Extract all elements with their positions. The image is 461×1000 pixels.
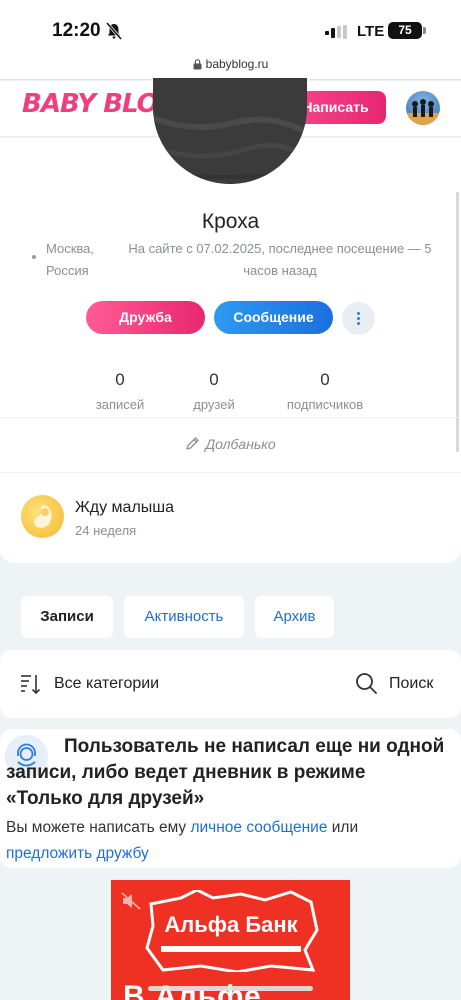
profile-since: На сайте с 07.02.2025, последнее посещен… [128,241,432,278]
baby-embryo-icon [34,505,52,528]
profile-status: Долбанько [0,436,461,452]
notice-text-before: Вы можете написать ему [6,819,191,836]
browser-url-bar[interactable]: babyblog.ru [0,54,461,80]
stat-friends-value: 0 [209,370,219,389]
private-message-link[interactable]: личное сообщение [190,819,327,836]
profile-status-text: Долбанько [205,436,276,452]
search-button[interactable]: Поиск [389,675,433,693]
notice-text: Вы можете написать ему личное сообщение … [6,815,446,867]
divider [0,417,461,418]
stat-posts[interactable]: 0 записей [70,370,170,412]
stat-subscribers[interactable]: 0 подписчиков [275,370,375,412]
empty-notice: Пользователь не написал еще ни одной зап… [0,729,461,868]
divider [0,472,461,473]
more-dot-icon [357,312,360,315]
categories-filter[interactable]: Все категории [54,675,159,693]
search-icon[interactable] [355,672,378,695]
profile-location: Москва, Россия [46,241,94,278]
battery-icon: 75 [388,22,426,39]
profile-card: Кроха Москва, Россия На сайте с 07.02.20… [0,78,461,563]
more-options-button[interactable] [342,302,375,335]
friend-button[interactable]: Дружба [86,301,205,334]
sort-icon[interactable] [20,673,42,695]
stat-subscribers-value: 0 [320,370,330,389]
notice-title: Пользователь не написал еще ни одной зап… [6,736,445,809]
home-indicator[interactable] [148,986,313,991]
stat-posts-value: 0 [115,370,125,389]
profile-name: Кроха [201,210,260,233]
url-text: babyblog.ru [205,57,269,71]
stat-posts-label: записей [95,397,145,412]
notice-text-middle: или [327,819,359,836]
tab-activity[interactable]: Активность [124,596,244,638]
user-avatar[interactable] [406,91,440,125]
avatar-image [406,99,440,125]
ad-banner[interactable]: Альфа Банк В Альфе [111,880,350,1000]
network-type: LTE [357,23,385,40]
tab-posts[interactable]: Записи [21,596,113,638]
profile-avatar-image [153,78,307,184]
stat-friends[interactable]: 0 друзей [164,370,264,412]
stat-friends-label: друзей [193,397,235,412]
offer-friendship-link[interactable]: предложить дружбу [6,845,149,862]
baby-icon [21,495,64,538]
status-bar: 12:20 LTE 75 [0,0,461,54]
pencil-icon [186,437,199,450]
location-dot [32,255,36,259]
status-time: 12:20 [52,20,101,41]
mute-icon[interactable] [121,892,141,910]
message-button[interactable]: Сообщение [214,301,333,334]
pregnancy-title: Жду малыша [75,499,175,516]
filter-bar: Все категории Поиск [0,650,461,718]
ad-brand: Альфа Банк [164,912,298,937]
tab-archive[interactable]: Архив [255,596,334,638]
more-dot-icon [357,317,360,320]
lock-icon [193,58,202,69]
profile-avatar [153,78,307,184]
stat-subscribers-label: подписчиков [286,397,364,412]
ad-underline [161,946,301,952]
signal-icon [325,25,347,39]
pregnancy-week: 24 неделя [75,523,137,538]
bell-muted-icon [106,22,122,40]
more-dot-icon [357,322,360,325]
